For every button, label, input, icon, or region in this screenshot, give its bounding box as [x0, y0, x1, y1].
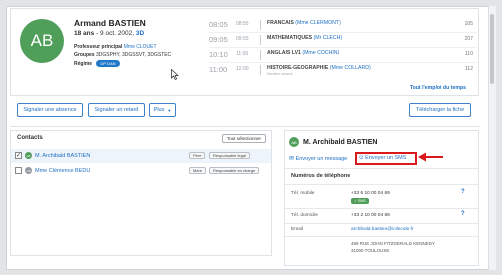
- contact-checkbox[interactable]: ✓: [15, 152, 22, 159]
- envelope-icon: ✉: [289, 156, 295, 162]
- mobile-value: +33 6 10 00 04 69: [351, 191, 390, 196]
- home-label: Tél. domicile: [291, 213, 318, 218]
- slot-start: 09:05: [209, 35, 228, 44]
- regime-label: Régime: [74, 60, 93, 67]
- report-absence-button[interactable]: Signaler une absence: [17, 103, 83, 117]
- slot-room: 207: [464, 36, 473, 42]
- address-line2: 31000 TOULOUSE: [351, 248, 390, 253]
- help-icon[interactable]: ?: [461, 189, 465, 195]
- email-label: Email: [291, 227, 303, 232]
- prof-line: Professeur principal Mme CLOUET: [74, 44, 157, 50]
- slot-end: 11:00: [236, 51, 249, 57]
- prof-label: Professeur principal: [74, 44, 123, 50]
- student-class-link[interactable]: 3D: [136, 30, 144, 37]
- schedule-row[interactable]: 11:00 12:00 HISTOIRE-GEOGRAPHIE (Mme COL…: [209, 63, 477, 78]
- slot-end: 08:55: [236, 21, 249, 27]
- groups-value: 3DGSPHY, 3DGSSVT, 3DGSTEC: [95, 52, 172, 58]
- send-message-link[interactable]: ✉ Envoyer un message: [289, 155, 347, 162]
- detail-divider: [285, 223, 478, 224]
- relation-tag: Père: [189, 152, 206, 159]
- contact-avatar: AB: [25, 152, 32, 159]
- slot-room: 112: [465, 66, 473, 72]
- help-icon[interactable]: ?: [461, 211, 465, 217]
- slot-divider: [260, 20, 261, 30]
- slot-room: 105: [464, 21, 473, 27]
- slot-subject: HISTOIRE-GEOGRAPHIE (Mme COLLARD): [267, 65, 371, 71]
- student-age-line: 18 ans - 9 oct. 2002, 3D: [74, 30, 144, 37]
- mobile-label: Tél. mobile: [291, 191, 315, 196]
- detail-divider: [285, 208, 478, 209]
- slot-room: 110: [465, 51, 473, 57]
- slot-subject: MATHEMATIQUES (Mr CLECH): [267, 35, 343, 41]
- detail-avatar: AB: [289, 137, 299, 147]
- schedule-row[interactable]: 10:10 11:00 ANGLAIS LV1 (Mme COCHIN) 110: [209, 48, 477, 63]
- red-arrow-icon: [418, 152, 443, 162]
- contact-row[interactable]: ✓ AB M. Archibald BASTIEN Père Responsab…: [11, 149, 271, 163]
- detail-divider: [285, 236, 478, 237]
- report-late-button[interactable]: Signaler un retard: [88, 103, 145, 117]
- prof-link[interactable]: Mme CLOUET: [124, 44, 157, 50]
- more-dropdown-button[interactable]: Plus ▼: [149, 103, 176, 117]
- select-all-button[interactable]: Tout sélectionner: [221, 134, 266, 143]
- send-sms-link[interactable]: ⊙ Envoyer un SMS: [359, 155, 406, 161]
- slot-start: 08:05: [209, 20, 228, 29]
- role-tag: Responsable en charge: [209, 167, 260, 174]
- download-sheet-button[interactable]: Télécharger la fiche: [409, 103, 471, 117]
- slot-divider: [260, 50, 261, 60]
- slot-end: 09:55: [236, 36, 249, 42]
- slot-start: 11:00: [209, 65, 228, 74]
- slot-divider: [260, 65, 261, 75]
- home-value: +33 2 10 00 04 69: [351, 213, 390, 218]
- student-card: AB Armand BASTIEN 18 ans - 9 oct. 2002, …: [10, 8, 479, 96]
- groups-label: Groupes: [74, 52, 95, 58]
- contact-detail-panel: AB M. Archibald BASTIEN ✉ Envoyer un mes…: [284, 130, 479, 266]
- send-sms-label: Envoyer un SMS: [365, 155, 407, 161]
- regime-line: Régime DP DAN: [74, 60, 120, 67]
- contact-name[interactable]: M. Archibald BASTIEN: [35, 153, 90, 159]
- schedule-row[interactable]: 09:05 09:55 MATHEMATIQUES (Mr CLECH) 207: [209, 33, 477, 48]
- regime-badge: DP DAN: [96, 60, 120, 67]
- full-timetable-link[interactable]: Tout l'emploi du temps: [410, 85, 466, 91]
- slot-note: Dernière séance: [267, 72, 293, 76]
- student-birth: - 9 oct. 2002,: [96, 30, 135, 37]
- chevron-down-icon: ▼: [167, 107, 172, 113]
- detail-name: M. Archibald BASTIEN: [303, 139, 378, 146]
- sms-badge: ✓ SMS: [351, 198, 369, 204]
- slot-end: 12:00: [236, 66, 249, 72]
- detail-divider: [285, 168, 478, 169]
- slot-start: 10:10: [209, 50, 228, 59]
- schedule-row[interactable]: 08:05 08:55 FRANCAIS (Mme CLERMONT) 105: [209, 18, 477, 33]
- contact-row[interactable]: CB Mme Clémence BEDU Mère Responsable en…: [11, 164, 271, 178]
- contact-checkbox[interactable]: [15, 167, 22, 174]
- student-name: Armand BASTIEN: [74, 18, 146, 28]
- slot-divider: [260, 35, 261, 45]
- contact-name[interactable]: Mme Clémence BEDU: [35, 168, 90, 174]
- slot-subject: ANGLAIS LV1 (Mme COCHIN): [267, 50, 340, 56]
- sms-icon: ⊙: [359, 155, 364, 161]
- contacts-title: Contacts: [17, 135, 43, 141]
- contacts-panel: Contacts Tout sélectionner ✓ AB M. Archi…: [10, 130, 272, 256]
- groups-line: Groupes 3DGSPHY, 3DGSSVT, 3DGSTEC: [74, 52, 171, 58]
- mouse-cursor-icon: [171, 69, 179, 80]
- scrollbar-thumb[interactable]: [490, 14, 494, 84]
- phones-title: Numéros de téléphone: [291, 173, 351, 179]
- address-line1: 489 RUE JOHN FITZGERALD KENNEDY: [351, 241, 436, 246]
- relation-tag: Mère: [189, 167, 207, 174]
- schedule-list: 08:05 08:55 FRANCAIS (Mme CLERMONT) 105 …: [209, 18, 477, 78]
- send-message-label: Envoyer un message: [295, 156, 348, 162]
- role-tag: Responsable légal: [209, 152, 250, 159]
- contact-avatar: CB: [25, 167, 32, 174]
- student-avatar: AB: [20, 19, 64, 63]
- slot-subject: FRANCAIS (Mme CLERMONT): [267, 20, 341, 26]
- student-age: 18 ans: [74, 30, 95, 37]
- section-divider: [10, 126, 480, 127]
- email-link[interactable]: archibald.bastien@icilecole.fr: [351, 227, 413, 232]
- more-label: Plus: [153, 107, 165, 113]
- detail-divider: [285, 184, 478, 185]
